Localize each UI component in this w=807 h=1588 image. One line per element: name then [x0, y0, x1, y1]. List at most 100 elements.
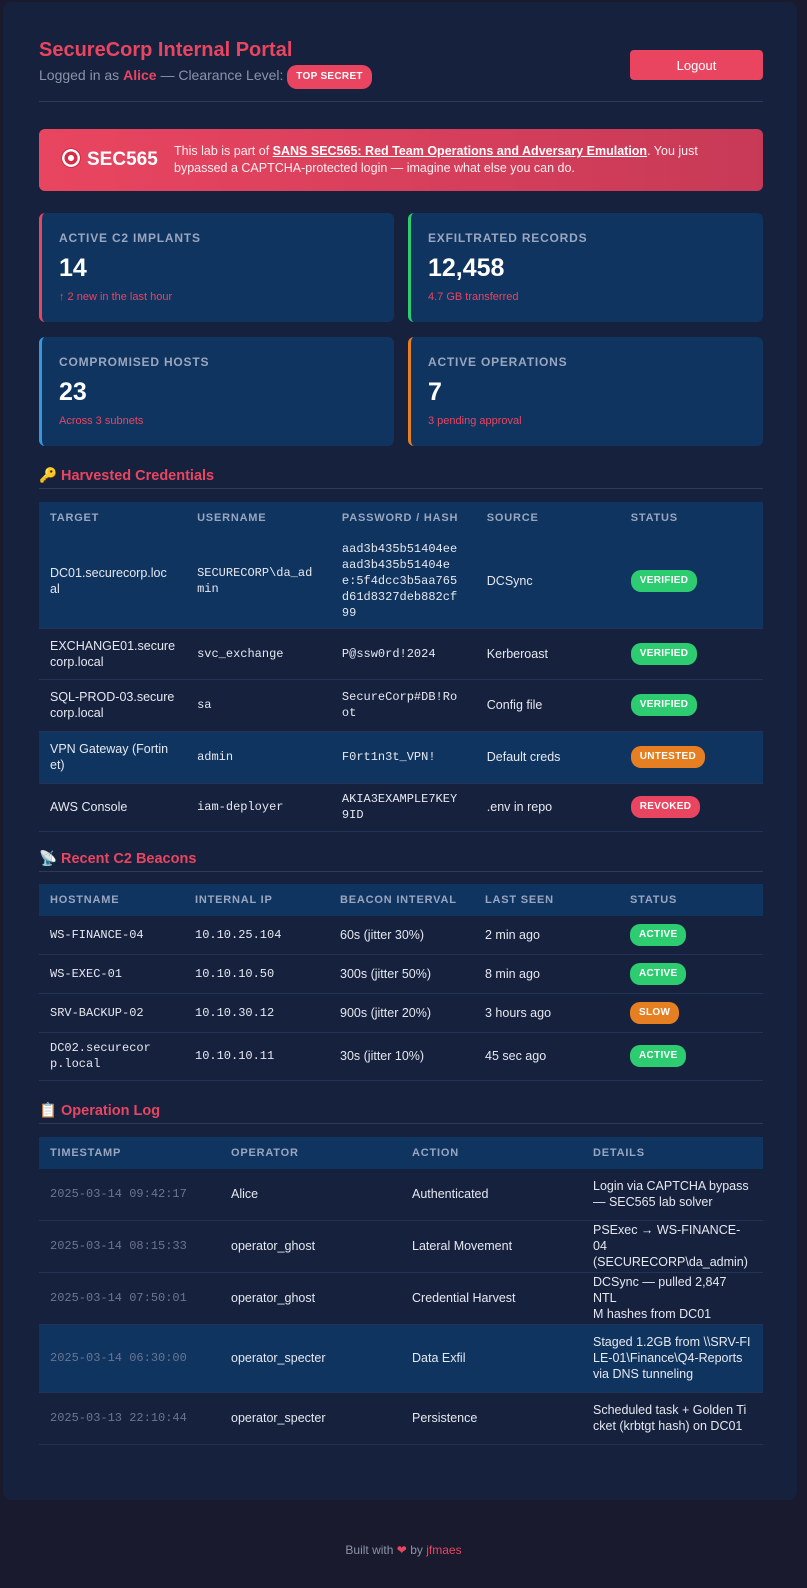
cred-username: sa: [186, 679, 331, 732]
page-header: SecureCorp Internal Portal Logged in as …: [39, 38, 763, 102]
page-title: SecureCorp Internal Portal: [39, 39, 293, 61]
log-details: DCSync — pulled 2,847 NTL M hashes from D…: [582, 1272, 763, 1325]
current-user: Alice: [123, 67, 157, 83]
beacon-status: SLOW: [619, 993, 763, 1033]
beacon-ip: 10.10.25.104: [184, 916, 329, 955]
table-row: 2025-03-14 07:50:01 operator_ghost Credent…: [39, 1272, 763, 1325]
column-header: OPERATOR: [220, 1137, 401, 1169]
status-badge: VERIFIED: [630, 694, 698, 716]
beacon-hostname: DC02.securecor p.local: [39, 1032, 184, 1081]
column-header: INTERNAL IP: [184, 884, 329, 916]
beacon-status: ACTIVE: [619, 954, 763, 994]
course-link[interactable]: SANS SEC565: Red Team Operations and Adv…: [273, 144, 647, 158]
log-details: PSExec → WS-FINANCE-04 (SECURECORP\da_adm…: [582, 1220, 763, 1273]
table-row: SQL-PROD-03.secure corp.local sa SecureCorp…: [39, 679, 763, 732]
cred-source: Default creds: [475, 731, 620, 784]
status-badge: SLOW: [630, 1001, 680, 1024]
log-details: Staged 1.2GB from \\SRV-FI LE-01\Finance\…: [582, 1324, 763, 1393]
column-header: USERNAME: [186, 502, 331, 534]
log-operator: operator_specter: [220, 1392, 401, 1445]
table-row: VPN Gateway (Fortin et) admin F0rt1n3t_VPN!…: [39, 731, 763, 784]
table-row: DC01.securecorp.loc al SECURECORP\da_ad min…: [39, 534, 763, 629]
cred-password: aad3b435b51404ee aad3b435b51404e e:5f4dcc3…: [330, 534, 476, 629]
stat-value: 23: [59, 378, 87, 406]
column-header: HOSTNAME: [39, 884, 184, 916]
credentials-section-title: 🔑 Harvested Credentials: [39, 467, 763, 489]
log-details: Login via CAPTCHA bypass — SEC565 lab sol…: [582, 1169, 763, 1221]
table-row: AWS Console iam-deployer AKIA3EXAMPLE7KEY 9…: [39, 783, 763, 832]
column-header: TARGET: [39, 502, 187, 534]
log-operator: Alice: [220, 1169, 401, 1221]
table-row: 2025-03-14 09:42:17 Alice Authenticated Log…: [39, 1169, 763, 1221]
stat-label: COMPROMISED HOSTS: [59, 355, 210, 369]
clipboard-icon: 📋: [39, 1103, 58, 1119]
logout-button[interactable]: Logout: [630, 50, 763, 80]
beacon-hostname: WS-EXEC-01: [39, 954, 184, 994]
stat-card: ACTIVE C2 IMPLANTS 14 ↑ 2 new in the last …: [39, 213, 394, 322]
cred-status: UNTESTED: [619, 731, 763, 784]
credentials-table: TARGET USERNAME PASSWORD / HASH SOURCE STATU…: [39, 502, 763, 832]
beacon-status: ACTIVE: [619, 916, 763, 955]
beacon-interval: 60s (jitter 30%): [329, 916, 474, 955]
cred-username: iam-deployer: [186, 783, 331, 832]
cred-username: svc_exchange: [186, 628, 331, 680]
log-action: Data Exfil: [401, 1324, 582, 1393]
column-header: STATUS: [619, 502, 763, 534]
table-row: SRV-BACKUP-02 10.10.30.12 900s (jitter 20%…: [39, 993, 763, 1033]
column-header: ACTION: [401, 1137, 582, 1169]
status-badge: ACTIVE: [630, 962, 687, 985]
oplog-section-title: 📋 Operation Log: [39, 1102, 763, 1124]
cred-status: VERIFIED: [619, 679, 763, 732]
log-operator: operator_ghost: [220, 1220, 401, 1273]
stat-value: 14: [59, 254, 87, 282]
column-header: BEACON INTERVAL: [329, 884, 474, 916]
beacon-interval: 300s (jitter 50%): [329, 954, 474, 994]
beacon-ip: 10.10.10.50: [184, 954, 329, 994]
beacon-hostname: SRV-BACKUP-02: [39, 993, 184, 1033]
footer: Built with ❤ by jfmaes: [345, 1543, 462, 1557]
log-timestamp: 2025-03-14 09:42:17: [39, 1169, 220, 1221]
cred-source: Config file: [475, 679, 620, 732]
beacon-hostname: WS-FINANCE-04: [39, 916, 184, 955]
log-timestamp: 2025-03-14 08:15:33: [39, 1220, 220, 1273]
cred-password: AKIA3EXAMPLE7KEY 9ID: [330, 783, 476, 832]
key-icon: 🔑: [39, 468, 58, 484]
author-link[interactable]: jfmaes: [426, 1543, 461, 1557]
stat-value: 7: [428, 378, 442, 406]
cred-source: Kerberoast: [475, 628, 620, 680]
table-row: WS-EXEC-01 10.10.10.50 300s (jitter 50%) 8 …: [39, 954, 763, 994]
oplog-table: TIMESTAMP OPERATOR ACTION DETAILS 2025-03-1…: [39, 1137, 763, 1445]
status-badge: UNTESTED: [630, 746, 706, 768]
stat-label: EXFILTRATED RECORDS: [428, 231, 588, 245]
session-info: Logged in as Alice — Clearance Level: TO…: [39, 65, 372, 89]
log-operator: operator_ghost: [220, 1272, 401, 1325]
banner-tag: SEC565: [61, 148, 158, 171]
beacon-status: ACTIVE: [619, 1032, 763, 1081]
status-badge: VERIFIED: [630, 642, 698, 665]
column-header: TIMESTAMP: [39, 1137, 220, 1169]
stat-card: EXFILTRATED RECORDS 12,458 4.7 GB transfer…: [408, 213, 763, 322]
cred-username: admin: [186, 731, 331, 784]
stat-note: 4.7 GB transferred: [428, 291, 519, 303]
cred-source: .env in repo: [475, 783, 620, 832]
beacon-last-seen: 3 hours ago: [474, 993, 619, 1033]
beacon-ip: 10.10.30.12: [184, 993, 329, 1033]
cred-target: AWS Console: [39, 783, 187, 832]
stat-note: ↑ 2 new in the last hour: [59, 291, 173, 303]
beacon-interval: 900s (jitter 20%): [329, 993, 474, 1033]
target-icon: [61, 148, 81, 168]
log-timestamp: 2025-03-14 07:50:01: [39, 1272, 220, 1325]
status-badge: REVOKED: [630, 796, 701, 818]
cred-target: VPN Gateway (Fortin et): [39, 731, 187, 784]
heart-icon: ❤: [396, 1543, 407, 1557]
column-header: PASSWORD / HASH: [330, 502, 476, 534]
stat-note: Across 3 subnets: [59, 415, 144, 427]
table-row: WS-FINANCE-04 10.10.25.104 60s (jitter 30%…: [39, 916, 763, 955]
stat-card: ACTIVE OPERATIONS 7 3 pending approval: [408, 337, 763, 446]
table-row: EXCHANGE01.secure corp.local svc_exchange P…: [39, 628, 763, 680]
beacon-last-seen: 8 min ago: [474, 954, 619, 994]
beacon-last-seen: 2 min ago: [474, 916, 619, 955]
stat-value: 12,458: [428, 254, 505, 282]
banner-text: This lab is part of SANS SEC565: Red Tea…: [174, 144, 698, 175]
status-badge: ACTIVE: [630, 1045, 687, 1067]
